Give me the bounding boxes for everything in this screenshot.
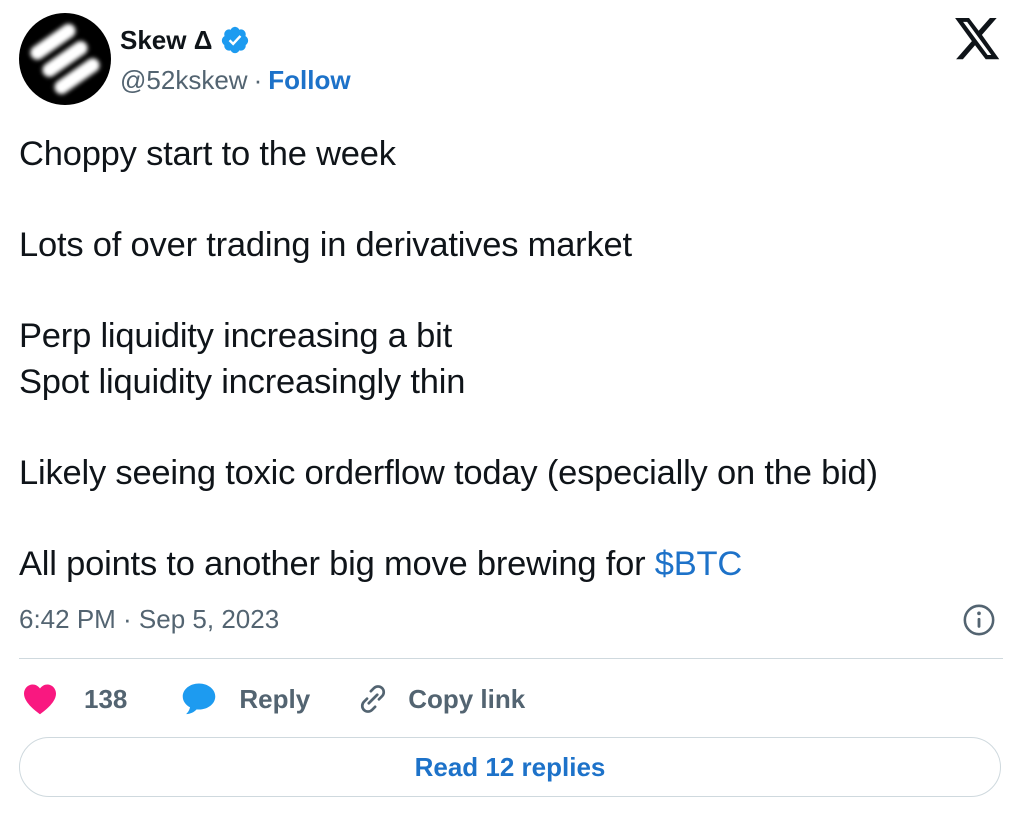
link-icon <box>361 685 386 713</box>
verified-badge-icon <box>222 26 249 54</box>
separator-dot: · <box>253 65 263 95</box>
reply-label: Reply <box>239 683 311 714</box>
info-icon[interactable] <box>962 603 996 637</box>
author-display-name[interactable]: Skew Δ <box>120 24 212 56</box>
tweet-body: Choppy start to the week Lots of over tr… <box>19 135 878 583</box>
x-logo-icon[interactable] <box>955 18 1001 60</box>
author-name-row[interactable]: Skew Δ <box>120 24 250 56</box>
like-count: 138 <box>84 683 128 714</box>
action-bar: 138 Reply Copy link <box>22 678 525 720</box>
tweet-text: Choppy start to the week Lots of over tr… <box>19 132 1009 587</box>
reply-button[interactable]: Reply <box>181 682 310 716</box>
follow-button[interactable]: Follow <box>268 64 350 96</box>
divider <box>19 658 1003 659</box>
like-button[interactable]: 138 <box>22 683 127 715</box>
author-handle-row: @52kskew · Follow <box>120 64 351 96</box>
copy-link-button[interactable]: Copy link <box>356 682 525 716</box>
author-handle[interactable]: @52kskew <box>120 64 248 96</box>
heart-icon <box>24 684 56 715</box>
avatar[interactable] <box>19 13 111 105</box>
reply-bubble-icon <box>183 683 216 715</box>
copy-link-label: Copy link <box>408 683 526 714</box>
tweet-timestamp[interactable]: 6:42 PM · Sep 5, 2023 <box>19 602 279 636</box>
cashtag-link[interactable]: $BTC <box>655 545 743 583</box>
avatar-logo <box>30 23 100 95</box>
read-replies-button[interactable]: Read 12 replies <box>19 737 1001 797</box>
